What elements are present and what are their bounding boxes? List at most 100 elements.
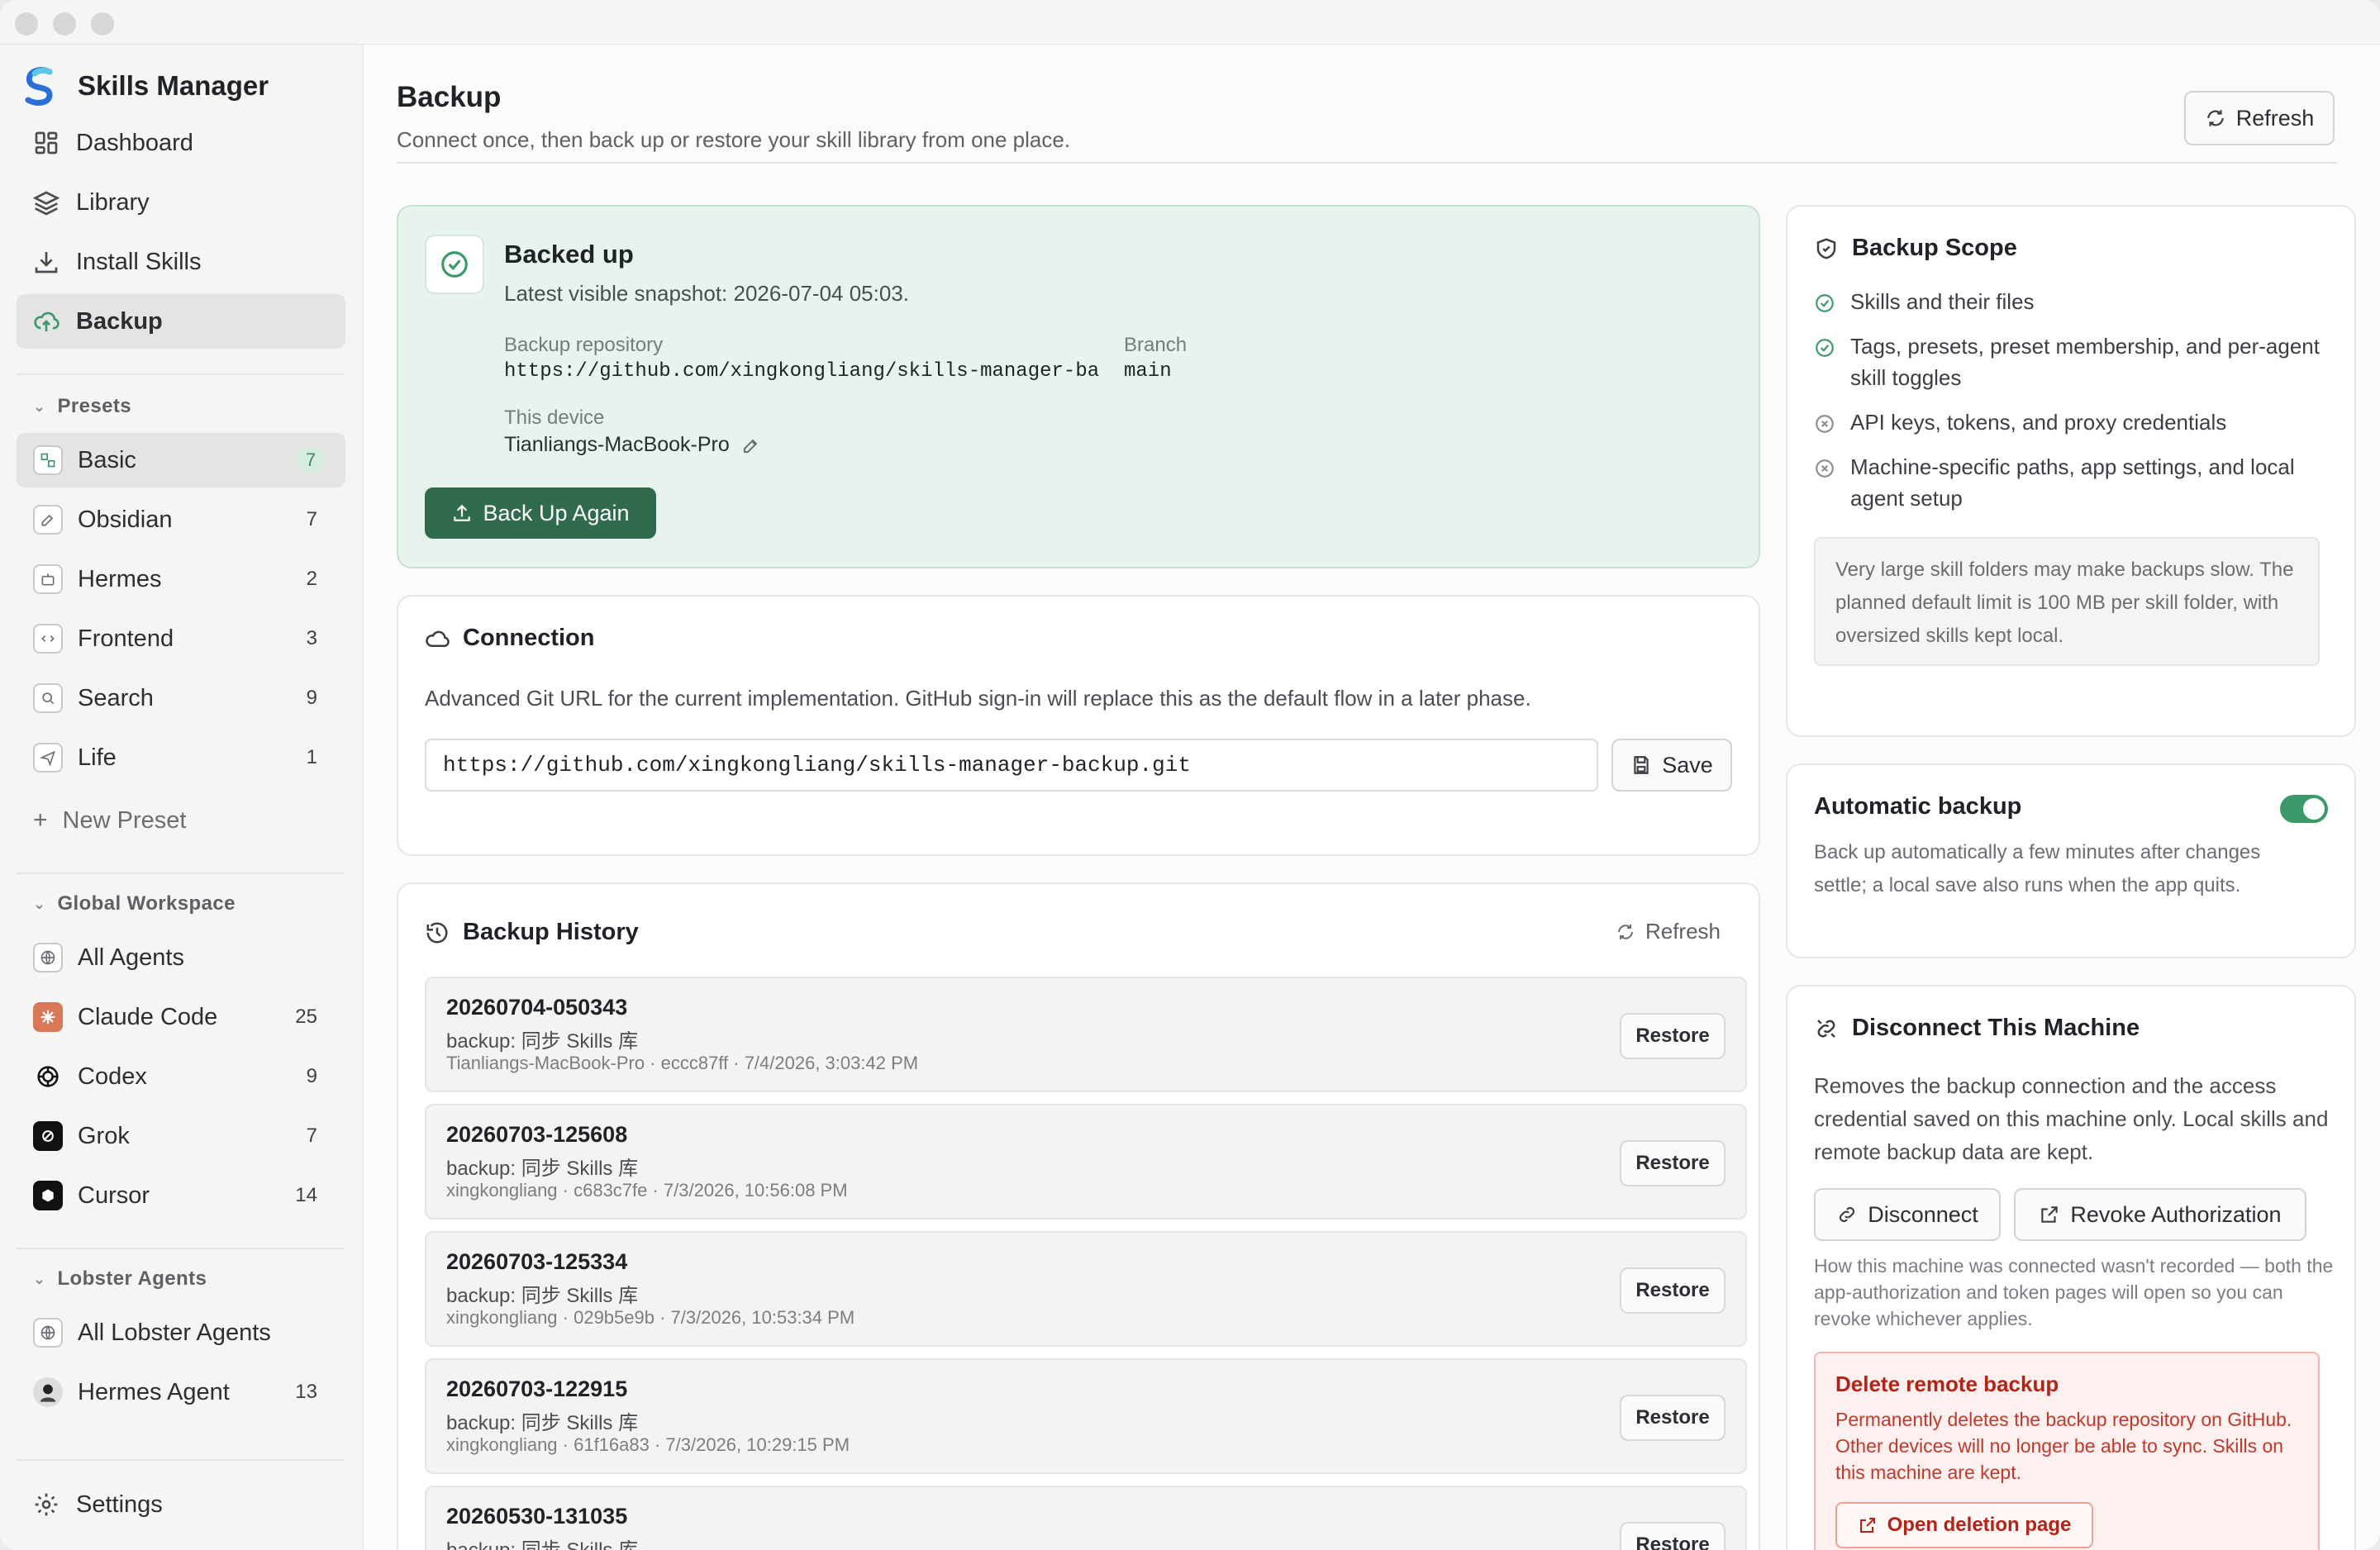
scope-header: Backup Scope: [1814, 235, 2017, 262]
back-up-again-button[interactable]: Back Up Again: [425, 487, 656, 539]
scope-item: Skills and their files: [1814, 286, 2326, 317]
save-icon: [1634, 756, 1649, 774]
header-refresh-button[interactable]: Refresh: [2184, 91, 2335, 145]
divider: [17, 373, 344, 375]
restore-button[interactable]: Restore: [1620, 1267, 1726, 1314]
divider: [17, 1248, 344, 1249]
agent-hermes-agent[interactable]: Hermes Agent 13: [17, 1365, 345, 1419]
snapshot-id: 20260703-125334: [446, 1249, 628, 1274]
save-url-button[interactable]: Save: [1611, 739, 1732, 792]
preset-basic[interactable]: Basic 7: [17, 433, 345, 487]
nav-label: Install Skills: [76, 248, 202, 275]
plus-icon: +: [33, 806, 48, 834]
x-circle-icon: [1816, 415, 1834, 433]
gear-icon: [35, 1493, 58, 1516]
history-refresh-button[interactable]: Refresh: [1616, 919, 1721, 944]
connection-header: Connection: [425, 625, 595, 652]
minimize-window-button[interactable]: [53, 12, 76, 36]
revoke-authorization-button[interactable]: Revoke Authorization: [2014, 1188, 2306, 1241]
bot-icon: [33, 564, 63, 594]
lobster-agents-toggle[interactable]: ⌄ Lobster Agents: [33, 1267, 207, 1291]
new-preset-button[interactable]: + New Preset: [17, 793, 345, 848]
nav-dashboard[interactable]: Dashboard: [17, 116, 345, 170]
app-brand: Skills Manager: [20, 61, 269, 111]
snapshot-message: backup: 同步 Skills 库: [446, 1030, 639, 1053]
disconnect-button[interactable]: Disconnect: [1814, 1188, 2001, 1241]
scope-text: API keys, tokens, and proxy credentials: [1850, 410, 2227, 435]
preset-life[interactable]: Life 1: [17, 730, 345, 785]
agent-all-agents[interactable]: All Agents: [17, 930, 345, 985]
preset-obsidian[interactable]: Obsidian 7: [17, 492, 345, 547]
preset-frontend[interactable]: Frontend 3: [17, 611, 345, 666]
agent-codex[interactable]: Codex 9: [17, 1049, 345, 1104]
device-label: This device: [504, 407, 605, 429]
nav-install-skills[interactable]: Install Skills: [17, 235, 345, 289]
section-header: Lobster Agents: [57, 1267, 207, 1290]
auto-toggle[interactable]: [2280, 795, 2328, 823]
nav-settings[interactable]: Settings: [17, 1477, 345, 1532]
zoom-window-button[interactable]: [91, 12, 114, 36]
presets-section-toggle[interactable]: ⌄ Presets: [33, 395, 131, 418]
snapshot-message: backup: 同步 Skills 库: [446, 1158, 639, 1180]
history-item: 20260530-131035 backup: 同步 Skills 库 Restor…: [425, 1486, 1747, 1550]
agent-count: 25: [295, 1006, 317, 1028]
agent-claude-code[interactable]: Claude Code 25: [17, 990, 345, 1044]
preset-search[interactable]: Search 9: [17, 671, 345, 725]
chevron-down-icon: ⌄: [33, 397, 46, 415]
x-circle-icon: [1816, 459, 1834, 478]
preset-label: Obsidian: [78, 506, 173, 533]
git-url-input[interactable]: https://github.com/xingkongliang/skills-…: [425, 739, 1598, 792]
restore-button[interactable]: Restore: [1620, 1140, 1726, 1186]
agent-grok[interactable]: Grok 7: [17, 1109, 345, 1163]
preset-hermes[interactable]: Hermes 2: [17, 552, 345, 606]
page-subtitle: Connect once, then back up or restore yo…: [397, 127, 1071, 152]
disconnect-note: How this machine was connected wasn't re…: [1814, 1255, 2334, 1329]
divider: [17, 872, 344, 874]
restore-button[interactable]: Restore: [1620, 1013, 1726, 1059]
restore-button[interactable]: Restore: [1620, 1522, 1726, 1550]
preset-count: 1: [306, 746, 317, 768]
section-header: Presets: [57, 395, 132, 417]
refresh-icon: [1617, 924, 1633, 939]
preset-count: 2: [306, 568, 317, 590]
dashboard-icon: [35, 131, 58, 155]
backup-status-card: Backed up Latest visible snapshot: 2026-…: [397, 205, 1760, 568]
device-value: Tianliangs-MacBook-Pro: [504, 433, 730, 456]
code-icon: [33, 624, 63, 654]
chevron-down-icon: ⌄: [33, 895, 46, 912]
app-title: Skills Manager: [78, 70, 269, 101]
nav-library[interactable]: Library: [17, 175, 345, 230]
preset-label: Basic: [78, 446, 136, 473]
chevron-down-icon: ⌄: [33, 1270, 46, 1287]
global-workspace-toggle[interactable]: ⌄ Global Workspace: [33, 892, 236, 915]
preset-count: 3: [306, 627, 317, 649]
open-deletion-page-button[interactable]: Open deletion page: [1835, 1502, 2093, 1548]
status-title: Backed up: [504, 240, 634, 269]
scope-item: Machine-specific paths, app settings, an…: [1814, 451, 2326, 514]
auto-desc: Back up automatically a few minutes afte…: [1814, 841, 2261, 896]
restore-button[interactable]: Restore: [1620, 1395, 1726, 1441]
cloud-icon: [426, 630, 450, 647]
check-circle-icon: [1816, 339, 1834, 357]
connection-card: Connection Advanced Git URL for the curr…: [397, 595, 1760, 856]
agent-label: All Lobster Agents: [78, 1319, 271, 1346]
agent-label: Claude Code: [78, 1003, 218, 1030]
divider: [17, 1459, 344, 1461]
back-up-label: Back Up Again: [483, 500, 630, 525]
agent-label: Codex: [78, 1063, 147, 1090]
download-icon: [35, 252, 58, 273]
agent-all-lobster-agents[interactable]: All Lobster Agents: [17, 1305, 345, 1360]
agent-count: 14: [295, 1184, 317, 1206]
main-content: Backup Connect once, then back up or res…: [364, 45, 2380, 1550]
app-window: Skills Manager Dashboard Library Install…: [0, 0, 2380, 1550]
agent-cursor[interactable]: Cursor 14: [17, 1168, 345, 1223]
history-refresh-label: Refresh: [1645, 919, 1721, 944]
backup-scope-card: Backup Scope Skills and their files Tags…: [1786, 205, 2356, 737]
close-window-button[interactable]: [15, 12, 38, 36]
new-preset-label: New Preset: [62, 806, 187, 834]
globe-icon: [33, 1318, 63, 1348]
snapshot-message: backup: 同步 Skills 库: [446, 1412, 639, 1434]
snapshot-meta: xingkongliang · 61f16a83 · 7/3/2026, 10:…: [446, 1434, 850, 1455]
pencil-icon[interactable]: [741, 435, 761, 455]
nav-backup[interactable]: Backup: [17, 294, 345, 349]
